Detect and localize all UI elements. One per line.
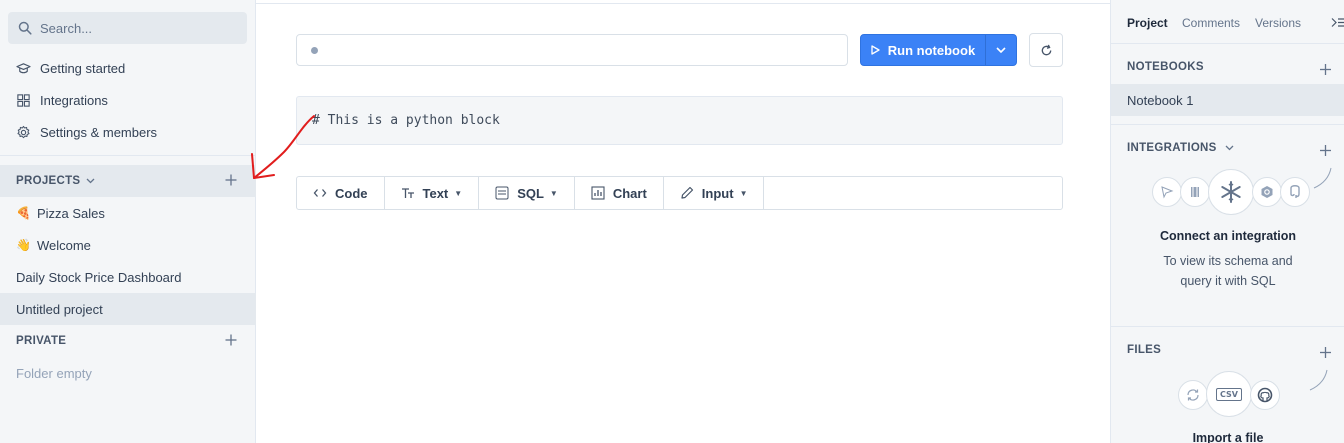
- status-dot: [311, 46, 318, 54]
- chevron-down-icon: [996, 47, 1006, 53]
- add-project-icon[interactable]: [224, 173, 238, 187]
- tab-comments[interactable]: Comments: [1182, 16, 1240, 30]
- sidebar-divider: [0, 155, 256, 156]
- project-item-pizza-sales[interactable]: 🍕 Pizza Sales: [0, 197, 256, 229]
- notebook-title-input[interactable]: [296, 34, 848, 66]
- chart-label: Chart: [612, 185, 647, 201]
- caret-down-icon: ▼: [739, 188, 748, 198]
- project-item-untitled[interactable]: Untitled project: [0, 293, 256, 325]
- hint-curve-icon: [1309, 369, 1328, 391]
- wave-emoji: 👋: [16, 238, 31, 252]
- project-item-daily-stock[interactable]: Daily Stock Price Dashboard: [0, 261, 256, 293]
- chart-icon: [591, 186, 605, 200]
- project-item-welcome[interactable]: 👋 Welcome: [0, 229, 256, 261]
- files-heading: FILES: [1127, 344, 1162, 356]
- add-text-block-button[interactable]: Text ▼: [385, 177, 480, 209]
- annotation-arrow: [251, 115, 315, 179]
- private-section-header[interactable]: PRIVATE: [0, 325, 256, 357]
- integrations-subtitle-line2: query it with SQL: [1180, 274, 1276, 288]
- play-icon: [871, 45, 880, 55]
- project-label: Daily Stock Price Dashboard: [16, 269, 182, 285]
- projects-heading: PROJECTS: [16, 175, 81, 187]
- redshift-icon: [1180, 177, 1210, 207]
- search-box[interactable]: [8, 12, 247, 44]
- code-icon: [313, 189, 327, 197]
- graduation-cap-icon: [16, 62, 31, 73]
- integrations-heading[interactable]: INTEGRATIONS: [1127, 142, 1234, 154]
- search-input[interactable]: [40, 20, 230, 36]
- add-chart-block-button[interactable]: Chart: [575, 177, 664, 209]
- refresh-button[interactable]: [1029, 33, 1063, 67]
- add-integration-icon[interactable]: [1319, 144, 1332, 157]
- caret-down-icon: ▼: [454, 188, 463, 198]
- refresh-icon: [1041, 44, 1051, 55]
- caret-down-icon: ▼: [549, 188, 558, 198]
- nav-integrations[interactable]: Integrations: [16, 90, 108, 110]
- main-top-border: [256, 3, 1110, 4]
- nav-label: Settings & members: [40, 124, 158, 140]
- nav-label: Integrations: [40, 92, 108, 108]
- chevron-down-icon: [86, 176, 95, 187]
- nav-label: Getting started: [40, 60, 126, 76]
- nav-getting-started[interactable]: Getting started: [16, 58, 125, 78]
- add-input-block-button[interactable]: Input ▼: [664, 177, 765, 209]
- right-panel-tabs: Project Comments Versions: [1111, 0, 1344, 44]
- run-options-dropdown[interactable]: [986, 35, 1016, 65]
- run-notebook-label: Run notebook: [887, 42, 976, 58]
- sql-label: SQL: [517, 185, 544, 201]
- projects-section-header[interactable]: PROJECTS: [0, 165, 256, 197]
- postgres-icon: [1280, 177, 1310, 207]
- integrations-heading-label: INTEGRATIONS: [1127, 142, 1217, 154]
- files-title: Import a file: [1192, 431, 1264, 443]
- add-block-toolbar: Code Text ▼ SQL ▼ Chart Input ▼: [296, 176, 1063, 210]
- project-label: Pizza Sales: [36, 205, 105, 221]
- integrations-subtitle-line1: To view its schema and: [1163, 254, 1293, 268]
- right-divider: [1111, 124, 1344, 125]
- text-label: Text: [422, 185, 449, 201]
- database-search-icon: [1252, 177, 1282, 207]
- csv-badge: CSV: [1216, 387, 1242, 401]
- bigquery-icon: [1152, 177, 1182, 207]
- run-notebook-button[interactable]: Run notebook: [860, 34, 1017, 66]
- pizza-emoji: 🍕: [16, 206, 31, 220]
- snowflake-icon: [1208, 169, 1254, 215]
- nav-settings[interactable]: Settings & members: [16, 122, 157, 142]
- add-notebook-icon[interactable]: [1319, 63, 1332, 76]
- private-heading: PRIVATE: [16, 335, 67, 347]
- add-file-icon[interactable]: [1319, 346, 1332, 359]
- folder-empty-text: Folder empty: [16, 365, 92, 381]
- hint-curve-icon: [1313, 167, 1332, 189]
- project-label: Untitled project: [16, 301, 103, 317]
- tab-versions[interactable]: Versions: [1255, 16, 1301, 30]
- input-label: Input: [701, 185, 734, 201]
- sidebar: Getting started Integrations Settings & …: [0, 0, 256, 443]
- search-icon: [18, 21, 32, 35]
- code-label: Code: [335, 185, 368, 201]
- notebook-item[interactable]: Notebook 1: [1111, 84, 1344, 116]
- add-sql-block-button[interactable]: SQL ▼: [479, 177, 575, 209]
- right-panel: Project Comments Versions NOTEBOOKS Note…: [1110, 0, 1344, 443]
- collapse-panel-icon[interactable]: [1331, 17, 1344, 28]
- integrations-title: Connect an integration: [1159, 229, 1297, 243]
- notebooks-heading: NOTEBOOKS: [1127, 61, 1204, 73]
- grid-icon: [17, 93, 30, 107]
- run-notebook-main[interactable]: Run notebook: [861, 35, 985, 65]
- sync-icon: [1178, 380, 1208, 410]
- github-icon: [1250, 380, 1280, 410]
- notebook-label: Notebook 1: [1127, 92, 1194, 108]
- csv-file-icon: CSV: [1206, 371, 1252, 417]
- add-private-icon[interactable]: [224, 333, 238, 347]
- python-code-block[interactable]: # This is a python block: [296, 96, 1063, 145]
- text-icon: [401, 188, 414, 198]
- pencil-icon: [681, 186, 693, 199]
- tab-project[interactable]: Project: [1127, 16, 1168, 30]
- chevron-down-icon: [1225, 145, 1234, 151]
- app-root: Getting started Integrations Settings & …: [0, 0, 1344, 443]
- project-label: Welcome: [36, 237, 91, 253]
- sql-icon: [495, 186, 509, 200]
- right-divider: [1111, 326, 1344, 327]
- gear-icon: [17, 125, 30, 138]
- code-text: # This is a python block: [312, 113, 500, 128]
